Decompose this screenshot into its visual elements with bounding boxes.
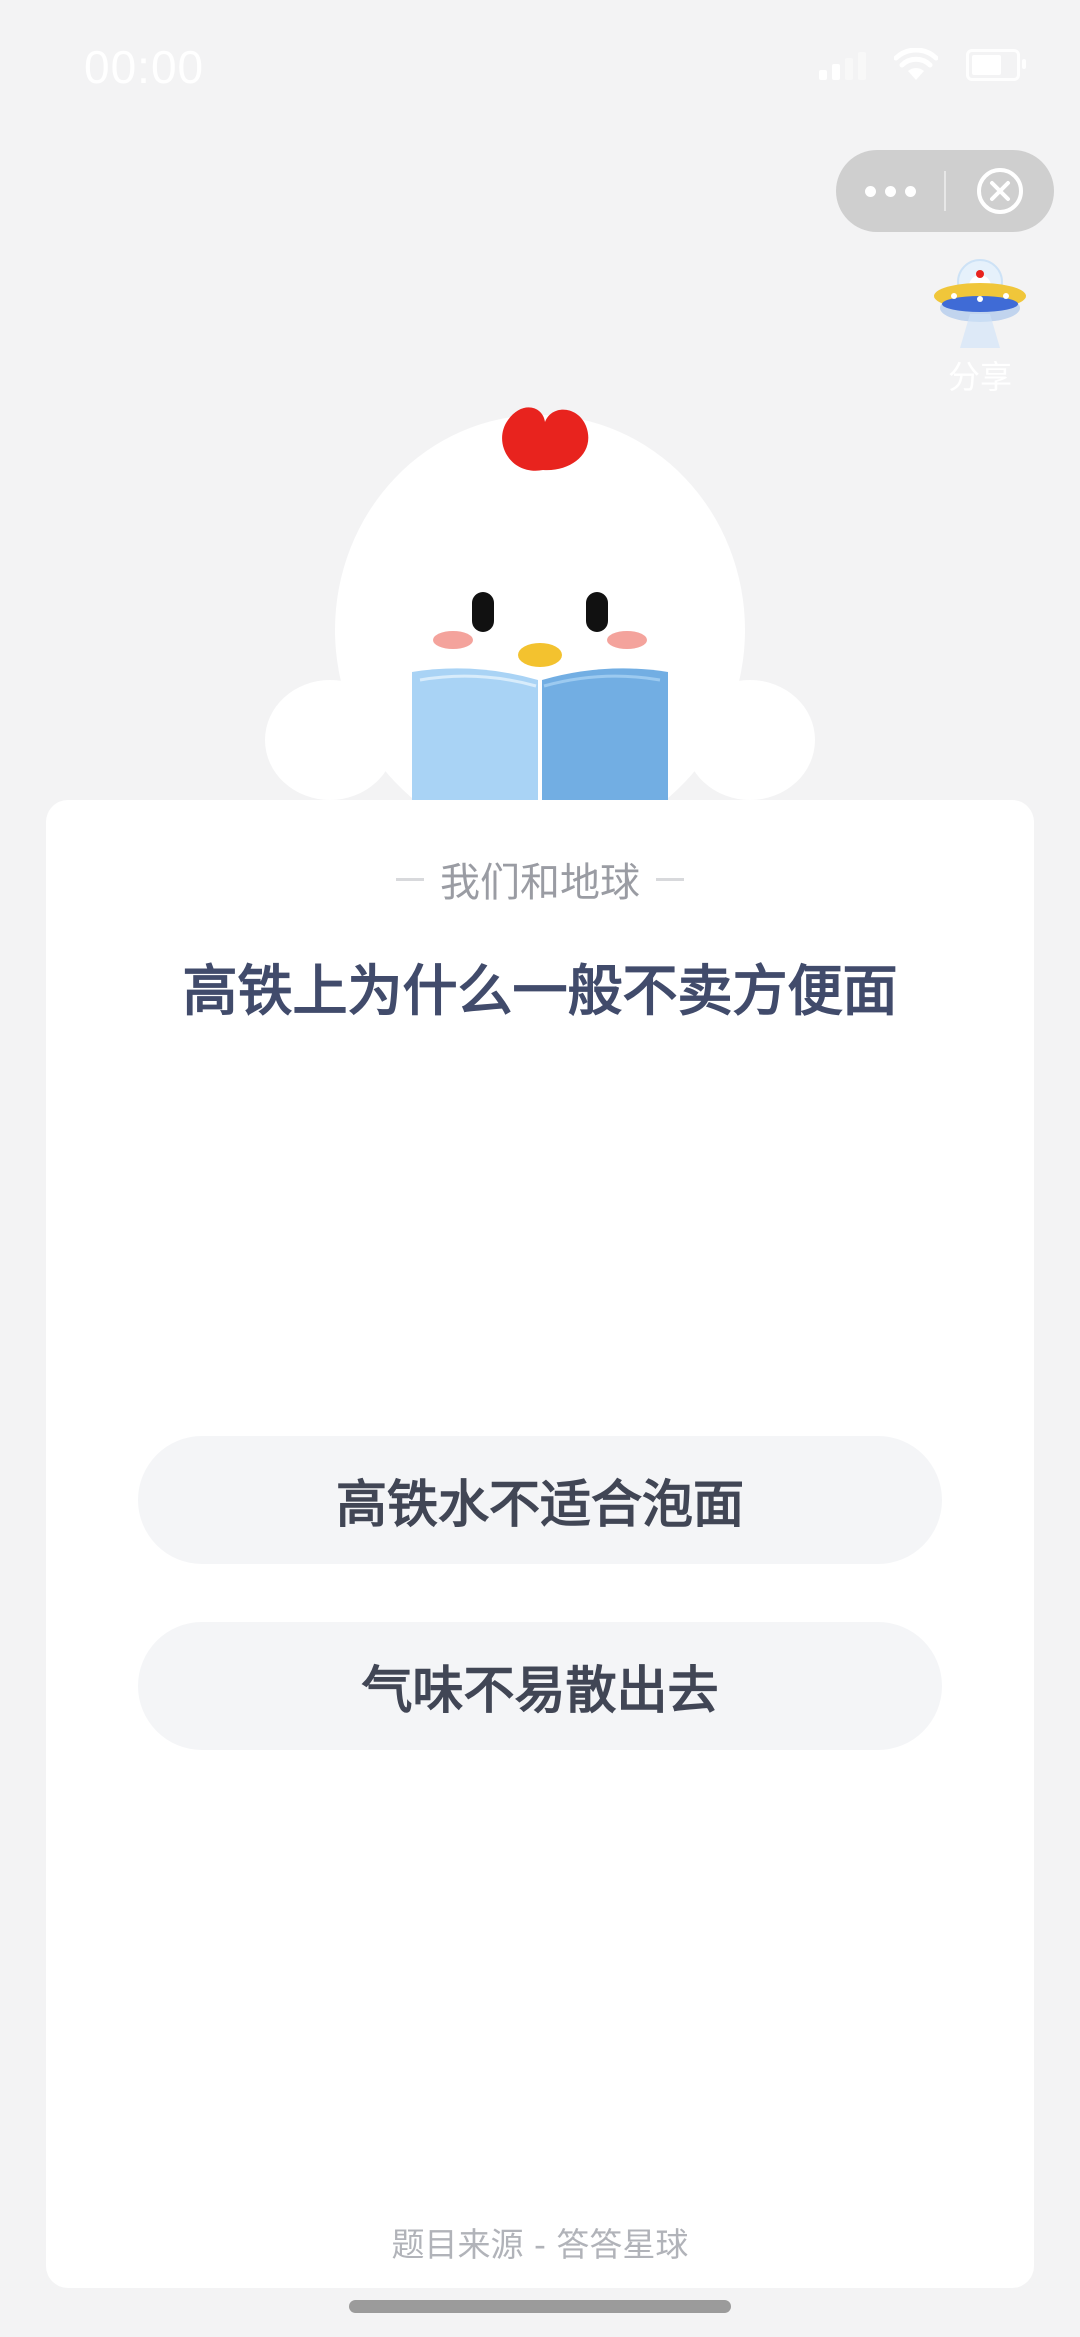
status-bar: 00:00 bbox=[0, 0, 1080, 140]
cellular-signal-icon bbox=[819, 50, 866, 80]
ufo-icon bbox=[934, 259, 1026, 348]
answer-option-2[interactable]: 气味不易散出去 bbox=[138, 1622, 942, 1750]
category-label: 我们和地球 bbox=[440, 860, 640, 906]
close-button[interactable] bbox=[946, 150, 1054, 232]
status-icons bbox=[819, 48, 1026, 82]
share-button[interactable]: 分享 bbox=[918, 248, 1042, 398]
more-button[interactable] bbox=[836, 150, 944, 232]
ellipsis-icon bbox=[864, 185, 876, 197]
category-header: 我们和地球 bbox=[46, 850, 1034, 908]
quiz-card: 我们和地球 高铁上为什么一般不卖方便面 高铁水不适合泡面 气味不易散出去 题目来… bbox=[46, 800, 1034, 2288]
home-indicator[interactable] bbox=[349, 2300, 731, 2313]
question-source: 题目来源 - 答答星球 bbox=[391, 2225, 689, 2264]
mini-program-capsule bbox=[836, 150, 1054, 232]
battery-icon bbox=[966, 49, 1026, 81]
wifi-icon bbox=[894, 48, 938, 80]
share-label: 分享 bbox=[947, 358, 1012, 396]
circle-close-icon bbox=[977, 168, 1023, 214]
question-text: 高铁上为什么一般不卖方便面 bbox=[182, 959, 898, 1023]
status-time: 00:00 bbox=[84, 41, 205, 93]
divider-dash bbox=[396, 877, 424, 881]
answer-option-1[interactable]: 高铁水不适合泡面 bbox=[138, 1436, 942, 1564]
divider-dash bbox=[656, 877, 684, 881]
chick-mascot-illustration bbox=[265, 407, 815, 800]
